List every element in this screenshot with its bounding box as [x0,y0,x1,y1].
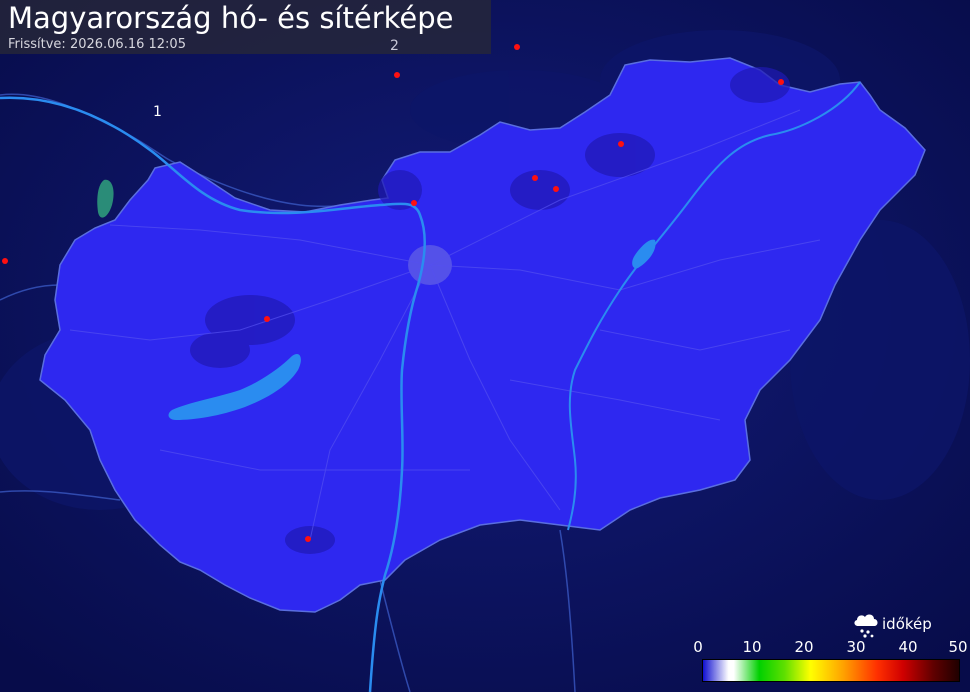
legend-tick: 10 [742,638,762,656]
cloud-snow-icon [854,614,878,638]
logo-text: időkép [882,615,932,633]
station-marker [394,72,400,78]
station-marker [2,258,8,264]
station-marker [618,141,624,147]
page-title: Magyarország hó- és sítérképe [8,1,454,35]
legend-color-bar [702,659,960,682]
updated-timestamp: Frissítve: 2026.06.16 12:05 [8,37,186,52]
legend-tick: 50 [948,638,968,656]
station-marker [305,536,311,542]
legend-tick: 30 [846,638,866,656]
legend-tick: 0 [693,638,703,656]
station-marker [411,200,417,206]
snow-map [0,0,970,692]
legend-tick: 40 [898,638,918,656]
station-marker [264,316,270,322]
legend-tick: 20 [794,638,814,656]
idokep-logo: időkép [852,610,942,640]
title-panel: Magyarország hó- és sítérképe Frissítve:… [0,0,491,54]
station-marker [778,79,784,85]
legend-ticks: 0 10 20 30 40 50 [688,638,968,656]
station-marker [514,44,520,50]
region-label-1: 1 [153,104,162,120]
region-label-2: 2 [390,38,399,54]
station-marker [553,186,559,192]
station-marker [532,175,538,181]
